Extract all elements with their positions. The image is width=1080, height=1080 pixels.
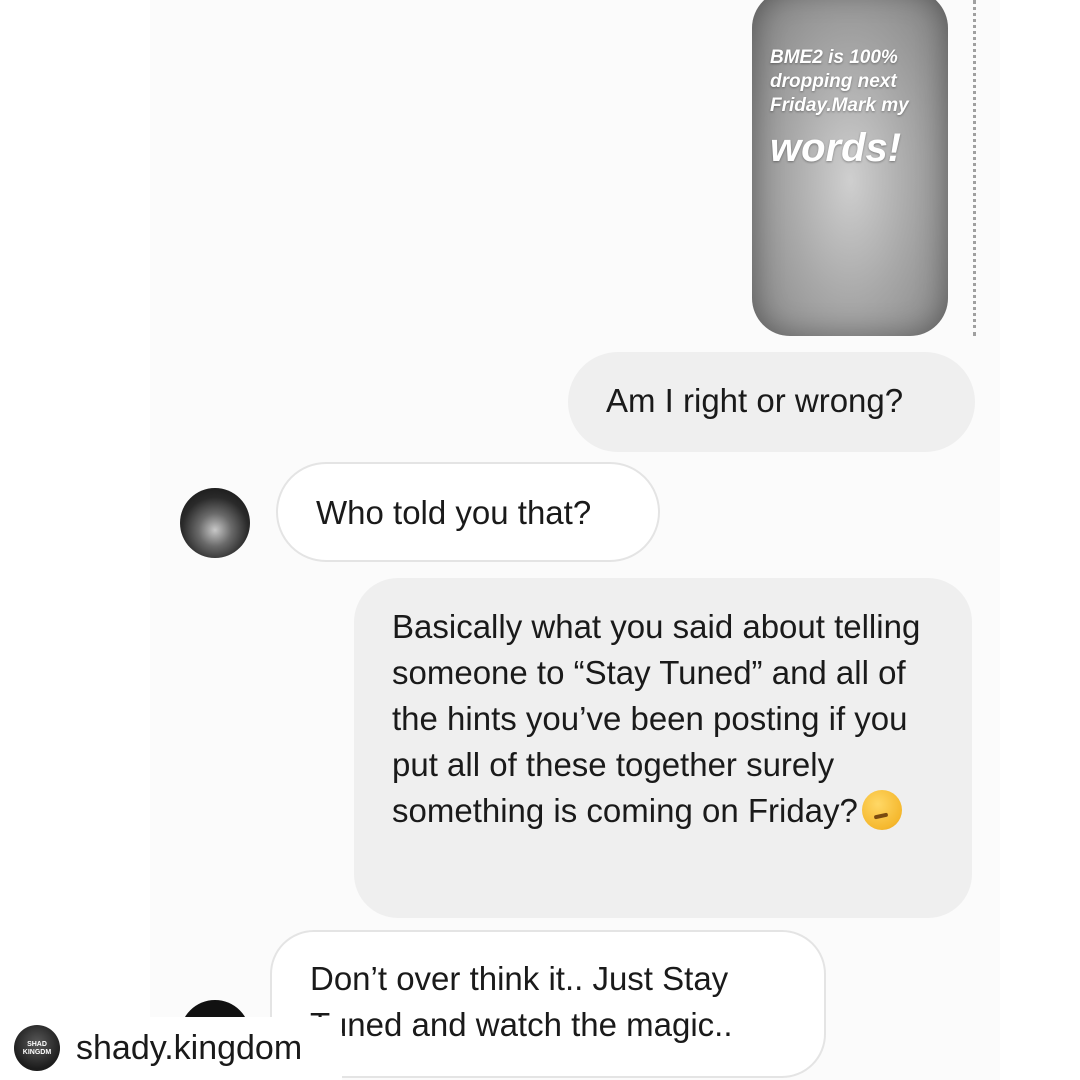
screen: BME2 is 100% dropping next Friday.Mark m…: [0, 0, 1080, 1080]
message-bubble-sent[interactable]: Am I right or wrong?: [568, 352, 975, 452]
avatar-logo-text: SHAD KINGDM: [22, 1041, 52, 1056]
repost-credit[interactable]: SHAD KINGDM shady.kingdom: [0, 1017, 342, 1080]
message-text: Basically what you said about telling so…: [392, 608, 921, 829]
message-bubble-sent[interactable]: Basically what you said about telling so…: [354, 578, 972, 918]
message-text: Don’t over think it.. Just Stay Tuned an…: [310, 960, 733, 1043]
repost-username[interactable]: shady.kingdom: [76, 1027, 302, 1069]
story-reply-preview[interactable]: BME2 is 100% dropping next Friday.Mark m…: [752, 0, 948, 336]
repost-user-avatar[interactable]: SHAD KINGDM: [14, 1025, 60, 1071]
story-text-emphasis: words!: [770, 126, 902, 170]
story-reply-indicator-line: [973, 0, 976, 336]
message-text: Who told you that?: [316, 494, 592, 531]
contact-avatar[interactable]: [180, 488, 250, 558]
message-text: Am I right or wrong?: [606, 382, 904, 419]
thinking-face-icon: [861, 790, 902, 830]
story-text: BME2 is 100% dropping next Friday.Mark m…: [770, 47, 909, 116]
message-bubble-received[interactable]: Who told you that?: [276, 462, 660, 562]
message-bubble-received[interactable]: Don’t over think it.. Just Stay Tuned an…: [270, 930, 826, 1078]
